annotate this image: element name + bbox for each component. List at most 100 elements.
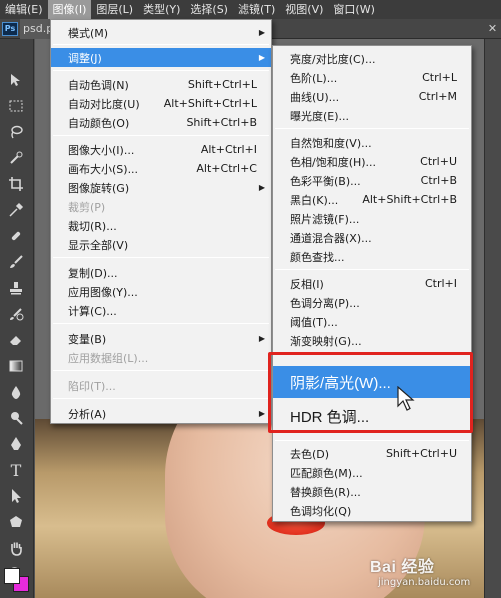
menu-select[interactable]: 选择(S) [185, 0, 233, 19]
adjust-color-lookup[interactable]: 颜色查找... [273, 247, 471, 266]
menu-item-label: 裁剪(P) [68, 200, 106, 214]
eraser-icon[interactable] [5, 329, 27, 351]
photoshop-logo-icon: Ps [2, 22, 18, 36]
menu-item-label: 去色(D) [290, 447, 330, 461]
menu-item-label: 分析(A) [68, 407, 107, 421]
submenu-arrow-icon: ▶ [258, 409, 265, 418]
image-menu-adjustments[interactable]: 调整(J) ▶ [51, 48, 271, 67]
menu-window[interactable]: 窗口(W) [328, 0, 379, 19]
adjust-hue-saturation[interactable]: 色相/饱和度(H)... Ctrl+U [273, 152, 471, 171]
clone-stamp-icon[interactable] [5, 277, 27, 299]
menu-separator [53, 44, 269, 45]
menu-separator [275, 128, 469, 129]
menu-item-label: 自然饱和度(V)... [290, 136, 372, 150]
menu-item-label: 通道混合器(X)... [290, 231, 372, 245]
move-icon[interactable] [5, 69, 27, 91]
image-menu-trim[interactable]: 裁切(R)... [51, 216, 271, 235]
history-brush-icon[interactable] [5, 303, 27, 325]
menu-separator [53, 135, 269, 136]
type-icon[interactable]: T [5, 459, 27, 481]
menu-separator [53, 70, 269, 71]
image-menu-auto-tone[interactable]: 自动色调(N) Shift+Ctrl+L [51, 75, 271, 94]
image-menu-calculations[interactable]: 计算(C)... [51, 301, 271, 320]
healing-brush-icon[interactable] [5, 225, 27, 247]
crop-icon[interactable] [5, 173, 27, 195]
watermark-logo: Bai 经验 [370, 559, 435, 576]
quick-select-icon[interactable] [5, 147, 27, 169]
image-menu-trap: 陷印(T)... [51, 376, 271, 395]
adjust-posterize[interactable]: 色调分离(P)... [273, 293, 471, 312]
image-menu-auto-color[interactable]: 自动颜色(O) Shift+Ctrl+B [51, 113, 271, 132]
image-menu-auto-contrast[interactable]: 自动对比度(U) Alt+Shift+Ctrl+L [51, 94, 271, 113]
menu-item-label: 自动颜色(O) [68, 116, 130, 130]
menu-item-label: 自动色调(N) [68, 78, 129, 92]
menu-item-shortcut: Shift+Ctrl+B [186, 116, 257, 129]
menu-separator [275, 440, 469, 441]
menu-image[interactable]: 图像(I) [47, 0, 92, 19]
adjust-equalize[interactable]: 色调均化(Q) [273, 501, 471, 520]
image-menu-apply-image[interactable]: 应用图像(Y)... [51, 282, 271, 301]
menu-item-shortcut: Alt+Ctrl+C [196, 162, 257, 175]
menu-item-label: 渐变映射(G)... [290, 334, 362, 348]
adjust-shadows-highlights[interactable]: 阴影/高光(W)... [273, 366, 471, 398]
adjust-desaturate[interactable]: 去色(D) Shift+Ctrl+U [273, 444, 471, 463]
adjust-match-color[interactable]: 匹配颜色(M)... [273, 463, 471, 482]
marquee-icon[interactable] [5, 95, 27, 117]
menu-item-label: 曝光度(E)... [290, 109, 350, 123]
eyedropper-icon[interactable] [5, 199, 27, 221]
menu-filter[interactable]: 滤镜(T) [233, 0, 280, 19]
dodge-icon[interactable] [5, 407, 27, 429]
adjust-color-balance[interactable]: 色彩平衡(B)... Ctrl+B [273, 171, 471, 190]
menu-edit[interactable]: 编辑(E) [0, 0, 48, 19]
menu-separator [53, 323, 269, 324]
menu-type[interactable]: 类型(Y) [138, 0, 185, 19]
adjust-gradient-map[interactable]: 渐变映射(G)... [273, 331, 471, 350]
pen-icon[interactable] [5, 433, 27, 455]
foreground-color-swatch[interactable] [4, 568, 20, 584]
panel-strip [484, 39, 501, 598]
adjust-channel-mixer[interactable]: 通道混合器(X)... [273, 228, 471, 247]
adjust-curves[interactable]: 曲线(U)... Ctrl+M [273, 87, 471, 106]
menu-item-shortcut: Alt+Shift+Ctrl+B [362, 193, 457, 206]
document-tab[interactable]: psd.ps [20, 19, 52, 39]
menu-view[interactable]: 视图(V) [280, 0, 328, 19]
close-icon[interactable]: ✕ [486, 22, 499, 35]
adjust-black-white[interactable]: 黑白(K)... Alt+Shift+Ctrl+B [273, 190, 471, 209]
lasso-icon[interactable] [5, 121, 27, 143]
tools-panel: T [0, 39, 34, 598]
menu-item-label: 应用图像(Y)... [68, 285, 138, 299]
image-menu-analysis[interactable]: 分析(A) ▶ [51, 404, 271, 423]
gradient-icon[interactable] [5, 355, 27, 377]
image-menu-canvas-size[interactable]: 画布大小(S)... Alt+Ctrl+C [51, 159, 271, 178]
image-menu-reveal-all[interactable]: 显示全部(V) [51, 235, 271, 254]
menu-item-shortcut: Ctrl+I [424, 277, 457, 290]
menu-item-label: 复制(D)... [68, 266, 118, 280]
blur-icon[interactable] [5, 381, 27, 403]
menu-item-label: 替换颜色(R)... [290, 485, 361, 499]
menu-item-label: 自动对比度(U) [68, 97, 140, 111]
image-menu-duplicate[interactable]: 复制(D)... [51, 263, 271, 282]
adjust-invert[interactable]: 反相(I) Ctrl+I [273, 274, 471, 293]
menu-layer[interactable]: 图层(L) [91, 0, 138, 19]
image-menu-mode[interactable]: 模式(M) ▶ [51, 23, 271, 42]
menu-separator [53, 257, 269, 258]
menu-item-label: 显示全部(V) [68, 238, 129, 252]
adjust-photo-filter[interactable]: 照片滤镜(F)... [273, 209, 471, 228]
menu-item-label: 画布大小(S)... [68, 162, 139, 176]
adjust-threshold[interactable]: 阈值(T)... [273, 312, 471, 331]
adjust-levels[interactable]: 色阶(L)... Ctrl+L [273, 68, 471, 87]
menu-item-label: 色相/饱和度(H)... [290, 155, 377, 169]
adjust-vibrance[interactable]: 自然饱和度(V)... [273, 133, 471, 152]
path-select-icon[interactable] [5, 485, 27, 507]
submenu-arrow-icon: ▶ [258, 183, 265, 192]
image-menu-rotation[interactable]: 图像旋转(G) ▶ [51, 178, 271, 197]
shape-icon[interactable] [5, 511, 27, 533]
brush-icon[interactable] [5, 251, 27, 273]
image-menu-variables[interactable]: 变量(B) ▶ [51, 329, 271, 348]
hand-icon[interactable] [5, 537, 27, 559]
adjust-hdr-toning[interactable]: HDR 色调... [273, 400, 471, 432]
image-menu-image-size[interactable]: 图像大小(I)... Alt+Ctrl+I [51, 140, 271, 159]
adjust-replace-color[interactable]: 替换颜色(R)... [273, 482, 471, 501]
adjust-exposure[interactable]: 曝光度(E)... [273, 106, 471, 125]
adjust-brightness-contrast[interactable]: 亮度/对比度(C)... [273, 49, 471, 68]
